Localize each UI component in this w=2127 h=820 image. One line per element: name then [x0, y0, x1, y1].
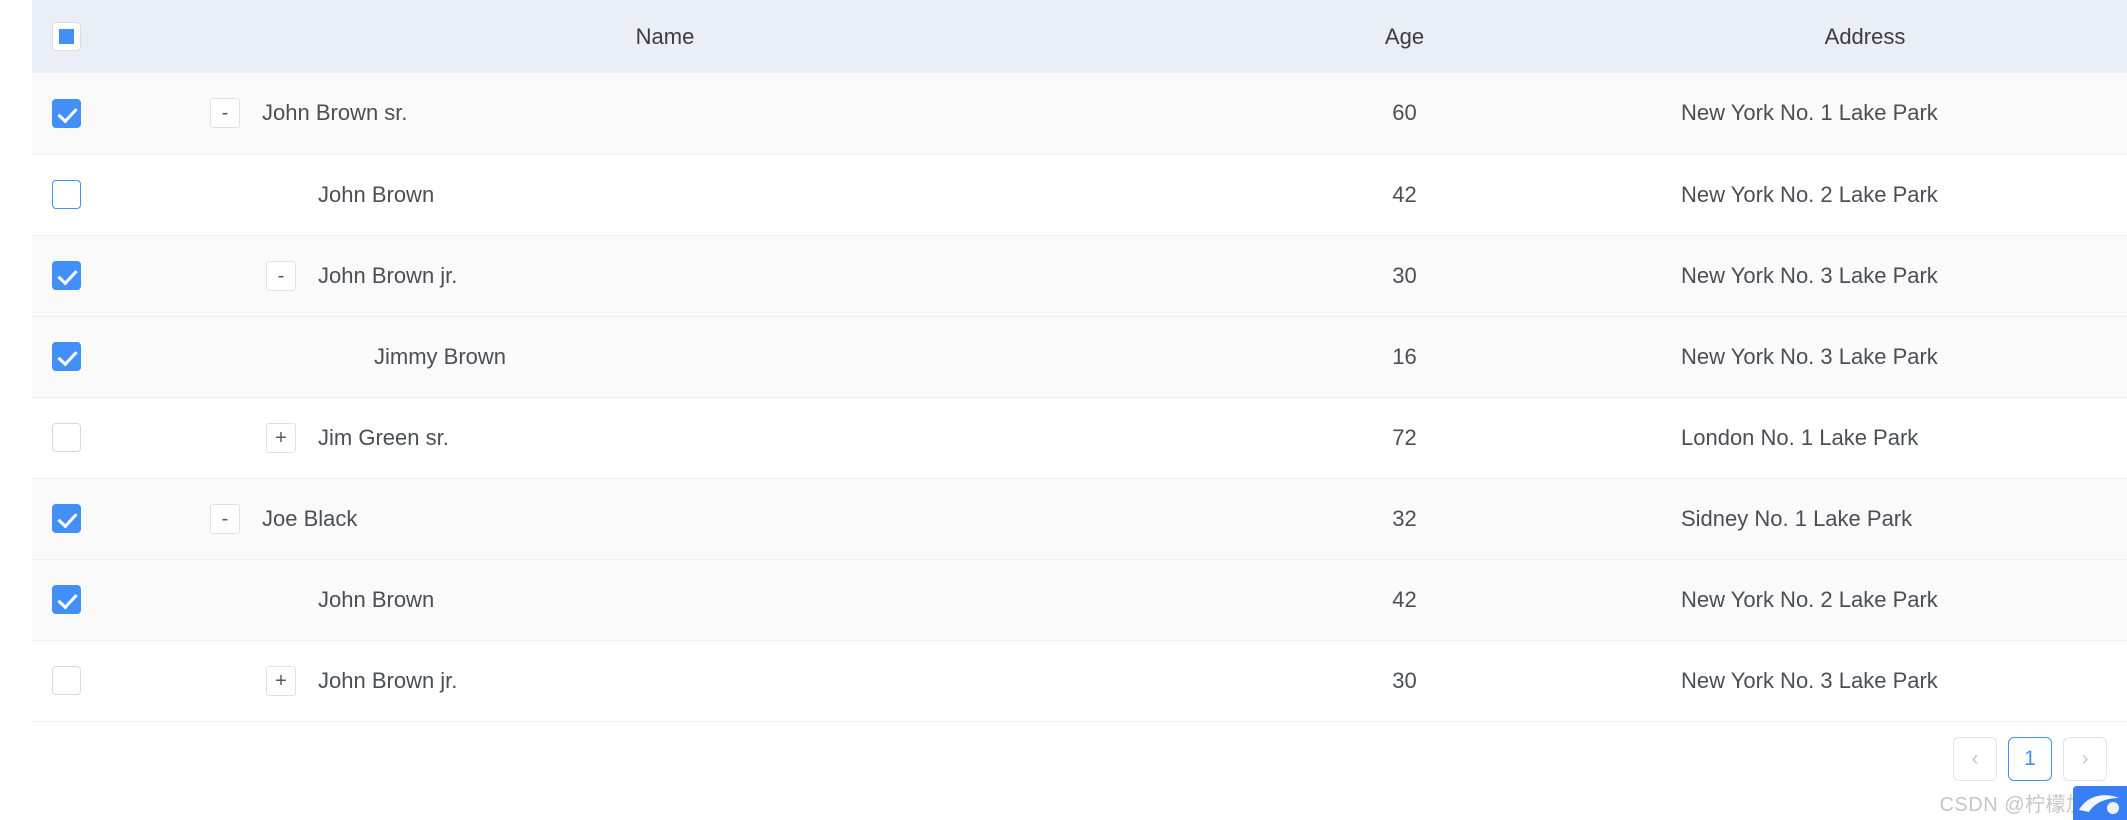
- row-address-text: New York No. 2 Lake Park: [1681, 586, 1938, 612]
- pagination: ‹ 1 ›: [1953, 737, 2107, 781]
- row-age-cell: 30: [1206, 640, 1603, 722]
- table-row[interactable]: + Jim Green sr. 72 London No. 1 Lake Park: [32, 397, 2127, 479]
- row-address-cell: New York No. 2 Lake Park: [1603, 559, 2127, 641]
- table-row[interactable]: Jimmy Brown 16 New York No. 3 Lake Park: [32, 316, 2127, 398]
- row-age-cell: 30: [1206, 235, 1603, 317]
- tree-expand-icon[interactable]: +: [266, 665, 296, 696]
- tree-collapse-icon[interactable]: -: [210, 503, 240, 534]
- name-cell: John Brown: [124, 154, 1206, 236]
- row-address-text: Sidney No. 1 Lake Park: [1681, 505, 1913, 531]
- table-row[interactable]: John Brown 42 New York No. 2 Lake Park: [32, 154, 2127, 236]
- header-address[interactable]: Address: [1603, 0, 2127, 73]
- row-age-cell: 16: [1206, 316, 1603, 398]
- tree-toggle-placeholder: [322, 342, 352, 372]
- row-checkbox-unchecked-icon[interactable]: [52, 423, 81, 452]
- name-cell: John Brown: [124, 559, 1206, 641]
- row-name-text: Jim Green sr.: [318, 424, 449, 450]
- row-selection-cell: [32, 235, 124, 317]
- name-cell: Jimmy Brown: [124, 316, 1206, 398]
- select-all-checkbox-indeterminate-icon[interactable]: [52, 22, 81, 51]
- table-row[interactable]: - Joe Black 32 Sidney No. 1 Lake Park: [32, 478, 2127, 560]
- name-cell: + John Brown jr.: [124, 640, 1206, 722]
- row-address-text: New York No. 1 Lake Park: [1681, 100, 1938, 126]
- row-address-cell: New York No. 3 Lake Park: [1603, 316, 2127, 398]
- tree-collapse-icon[interactable]: -: [266, 260, 296, 291]
- header-age[interactable]: Age: [1206, 0, 1603, 73]
- table-container: Name Age Address - John Brown sr. 60 New Yo…: [32, 0, 2127, 722]
- pagination-prev-button[interactable]: ‹: [1953, 737, 1997, 781]
- tree-collapse-icon[interactable]: -: [210, 98, 240, 129]
- row-checkbox-checked-icon[interactable]: [52, 342, 81, 371]
- header-name[interactable]: Name: [124, 0, 1206, 73]
- row-selection-cell: [32, 73, 124, 155]
- row-selection-cell: [32, 559, 124, 641]
- row-name-text: Jimmy Brown: [374, 343, 507, 369]
- row-address-cell: London No. 1 Lake Park: [1603, 397, 2127, 479]
- header-row: Name Age Address: [32, 0, 2127, 73]
- row-selection-cell: [32, 154, 124, 236]
- row-name-text: John Brown jr.: [318, 262, 458, 288]
- pagination-next-button[interactable]: ›: [2063, 737, 2107, 781]
- row-name-text: Joe Black: [262, 505, 358, 531]
- tree-expand-icon[interactable]: +: [266, 422, 296, 453]
- row-selection-cell: [32, 316, 124, 398]
- row-selection-cell: [32, 397, 124, 479]
- tree-table-page: Name Age Address - John Brown sr. 60 New Yo…: [0, 0, 2127, 820]
- row-checkbox-checked-icon[interactable]: [52, 504, 81, 533]
- row-checkbox-checked-icon[interactable]: [52, 585, 81, 614]
- row-checkbox-unchecked-icon[interactable]: [52, 666, 81, 695]
- tree-toggle-placeholder: [266, 585, 296, 615]
- row-age-cell: 60: [1206, 73, 1603, 155]
- table-body: - John Brown sr. 60 New York No. 1 Lake Par…: [32, 73, 2127, 722]
- name-cell: - John Brown sr.: [124, 73, 1206, 155]
- row-name-text: John Brown jr.: [318, 667, 458, 693]
- row-address-text: New York No. 3 Lake Park: [1681, 262, 1938, 288]
- row-address-cell: New York No. 2 Lake Park: [1603, 154, 2127, 236]
- row-age-cell: 32: [1206, 478, 1603, 560]
- row-address-text: New York No. 2 Lake Park: [1681, 181, 1938, 207]
- table-row[interactable]: - John Brown sr. 60 New York No. 1 Lake Par…: [32, 73, 2127, 155]
- row-address-text: New York No. 3 Lake Park: [1681, 343, 1938, 369]
- row-address-cell: New York No. 1 Lake Park: [1603, 73, 2127, 155]
- row-checkbox-unchecked-hover-icon[interactable]: [52, 180, 81, 209]
- row-checkbox-checked-icon[interactable]: [52, 98, 81, 128]
- data-table: Name Age Address - John Brown sr. 60 New Yo…: [32, 0, 2127, 722]
- row-age-cell: 72: [1206, 397, 1603, 479]
- row-address-text: London No. 1 Lake Park: [1681, 424, 1919, 450]
- table-header: Name Age Address: [32, 0, 2127, 73]
- row-age-cell: 42: [1206, 559, 1603, 641]
- row-age-cell: 42: [1206, 154, 1603, 236]
- table-row[interactable]: - John Brown jr. 30 New York No. 3 Lake Par…: [32, 235, 2127, 317]
- row-address-text: New York No. 3 Lake Park: [1681, 667, 1938, 693]
- row-address-cell: Sidney No. 1 Lake Park: [1603, 478, 2127, 560]
- row-checkbox-checked-icon[interactable]: [52, 261, 81, 290]
- row-name-text: John Brown: [318, 586, 435, 612]
- name-cell: + Jim Green sr.: [124, 397, 1206, 479]
- row-selection-cell: [32, 478, 124, 560]
- row-address-cell: New York No. 3 Lake Park: [1603, 640, 2127, 722]
- tree-toggle-placeholder: [266, 180, 296, 210]
- pagination-page-1[interactable]: 1: [2008, 737, 2052, 781]
- header-selection-cell: [32, 0, 124, 73]
- row-address-cell: New York No. 3 Lake Park: [1603, 235, 2127, 317]
- name-cell: - John Brown jr.: [124, 235, 1206, 317]
- table-row[interactable]: + John Brown jr. 30 New York No. 3 Lake Par…: [32, 640, 2127, 722]
- row-name-text: John Brown: [318, 181, 435, 207]
- csdn-logo-icon: [2073, 786, 2127, 820]
- row-selection-cell: [32, 640, 124, 722]
- name-cell: - Joe Black: [124, 478, 1206, 560]
- row-name-text: John Brown sr.: [262, 100, 408, 126]
- table-row[interactable]: John Brown 42 New York No. 2 Lake Park: [32, 559, 2127, 641]
